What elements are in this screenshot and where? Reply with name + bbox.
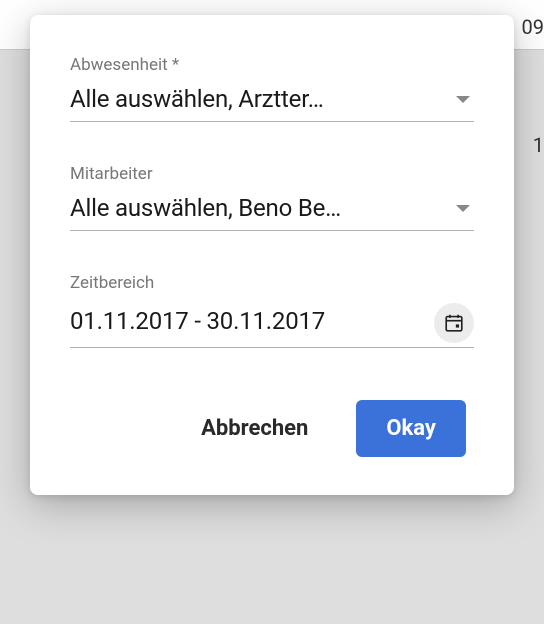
employee-value: Alle auswählen, Beno Be… [70,194,444,222]
absence-field: Abwesenheit * Alle auswählen, Arztter… [70,55,474,122]
dialog-actions: Abbrechen Okay [70,390,474,465]
cancel-button[interactable]: Abbrechen [175,400,334,457]
calendar-icon [443,312,465,334]
date-range-value: 01.11.2017 - 30.11.2017 [70,307,426,335]
okay-button[interactable]: Okay [356,400,466,457]
chevron-down-icon [456,96,470,103]
absence-label: Abwesenheit * [70,55,474,75]
employee-field: Mitarbeiter Alle auswählen, Beno Be… [70,164,474,231]
employee-label: Mitarbeiter [70,164,474,184]
date-range-input[interactable]: 01.11.2017 - 30.11.2017 [70,303,474,348]
absence-dropdown[interactable]: Alle auswählen, Arztter… [70,85,474,122]
absence-value: Alle auswählen, Arztter… [70,85,444,113]
date-range-label: Zeitbereich [70,273,474,293]
date-range-field: Zeitbereich 01.11.2017 - 30.11.2017 [70,273,474,348]
calendar-picker-button[interactable] [434,303,474,343]
background-partial-text-top: 09 [522,15,544,39]
filter-dialog: Abwesenheit * Alle auswählen, Arztter… M… [30,15,514,495]
background-partial-text-mid: 1 [533,133,544,157]
chevron-down-icon [456,205,470,212]
employee-dropdown[interactable]: Alle auswählen, Beno Be… [70,194,474,231]
